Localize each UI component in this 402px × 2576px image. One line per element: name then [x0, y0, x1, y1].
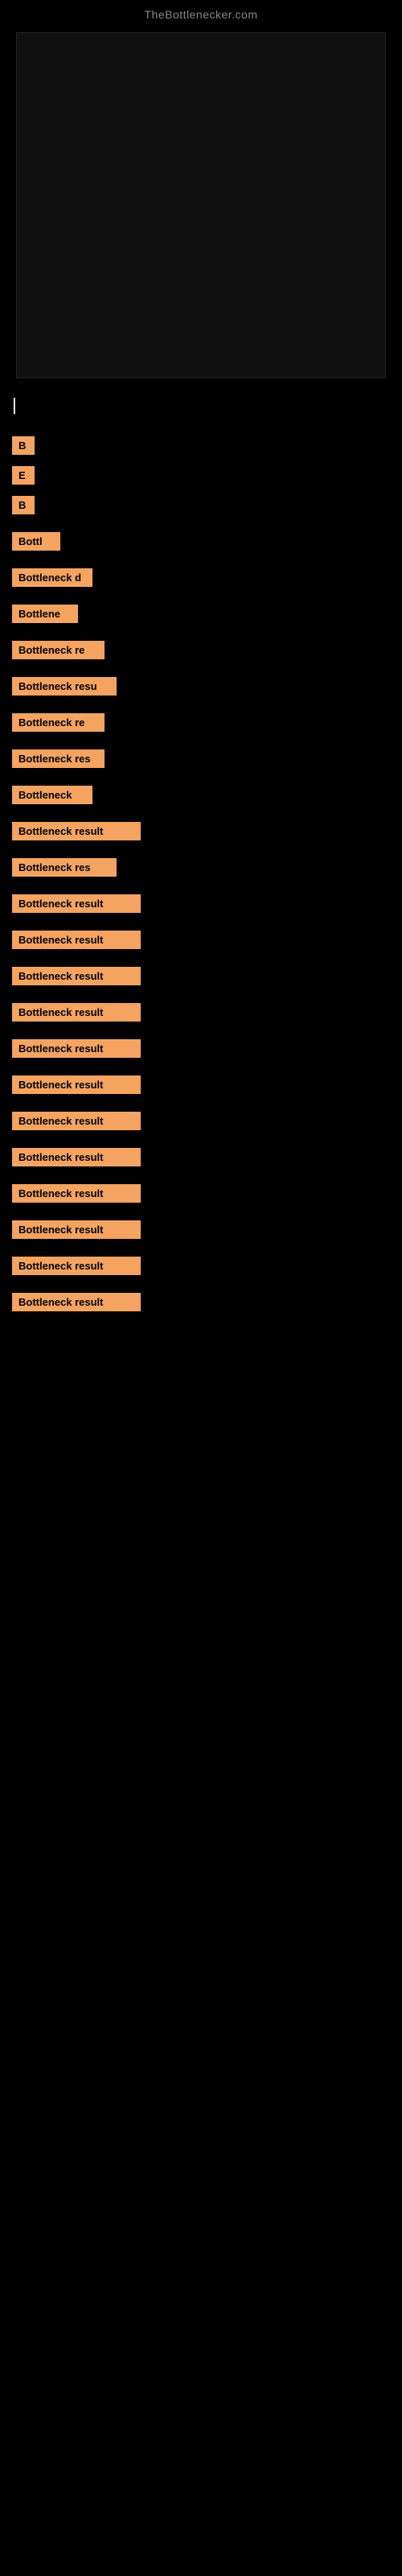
bottleneck-result-label: Bottl — [12, 532, 60, 551]
top-block — [16, 32, 386, 378]
bottleneck-result-label: Bottleneck result — [12, 1112, 141, 1130]
list-item: E — [12, 466, 390, 485]
bottleneck-result-label: Bottleneck result — [12, 1148, 141, 1166]
bottleneck-result-label: E — [12, 466, 35, 485]
list-item: Bottleneck result — [12, 1220, 390, 1239]
list-item: Bottleneck result — [12, 1257, 390, 1275]
bottleneck-result-label: Bottleneck re — [12, 713, 105, 732]
bottleneck-result-label: Bottleneck resu — [12, 677, 117, 696]
bottleneck-result-label: Bottleneck d — [12, 568, 92, 587]
list-item: Bottleneck result — [12, 822, 390, 840]
bottleneck-result-label: Bottleneck — [12, 786, 92, 804]
list-item: Bottleneck result — [12, 894, 390, 913]
list-item: Bottleneck result — [12, 1293, 390, 1311]
list-item: Bottleneck result — [12, 1184, 390, 1203]
list-item: Bottleneck result — [12, 931, 390, 949]
site-title-text: TheBottlenecker.com — [144, 8, 257, 21]
results-container: BEB Bottl Bottleneck d Bottlene Bottleneck r… — [0, 423, 402, 1311]
list-item: B — [12, 436, 390, 455]
list-item: Bottleneck res — [12, 858, 390, 877]
list-item: Bottleneck result — [12, 1039, 390, 1058]
list-item: B — [12, 496, 390, 514]
bottleneck-result-label: Bottleneck result — [12, 1220, 141, 1239]
bottleneck-result-label: B — [12, 436, 35, 455]
bottleneck-result-label: Bottleneck result — [12, 822, 141, 840]
list-item: Bottl — [12, 532, 390, 551]
list-item: Bottleneck result — [12, 1003, 390, 1022]
bottleneck-result-label: Bottleneck result — [12, 1003, 141, 1022]
bottleneck-result-label: B — [12, 496, 35, 514]
bottleneck-result-label: Bottleneck result — [12, 931, 141, 949]
list-item: Bottleneck res — [12, 749, 390, 768]
cursor: | — [0, 378, 402, 423]
bottleneck-result-label: Bottleneck result — [12, 894, 141, 913]
bottleneck-result-label: Bottleneck result — [12, 1075, 141, 1094]
list-item: Bottleneck re — [12, 641, 390, 659]
site-title: TheBottlenecker.com — [0, 0, 402, 26]
list-item: Bottleneck result — [12, 1075, 390, 1094]
list-item: Bottleneck re — [12, 713, 390, 732]
bottleneck-result-label: Bottleneck result — [12, 967, 141, 985]
bottleneck-result-label: Bottlene — [12, 605, 78, 623]
list-item: Bottleneck result — [12, 1148, 390, 1166]
list-item: Bottleneck — [12, 786, 390, 804]
list-item: Bottleneck result — [12, 967, 390, 985]
list-item: Bottleneck resu — [12, 677, 390, 696]
list-item: Bottlene — [12, 605, 390, 623]
bottleneck-result-label: Bottleneck result — [12, 1293, 141, 1311]
bottleneck-result-label: Bottleneck result — [12, 1184, 141, 1203]
bottleneck-result-label: Bottleneck result — [12, 1039, 141, 1058]
bottleneck-result-label: Bottleneck result — [12, 1257, 141, 1275]
list-item: Bottleneck d — [12, 568, 390, 587]
bottleneck-result-label: Bottleneck res — [12, 749, 105, 768]
bottleneck-result-label: Bottleneck res — [12, 858, 117, 877]
list-item: Bottleneck result — [12, 1112, 390, 1130]
bottleneck-result-label: Bottleneck re — [12, 641, 105, 659]
